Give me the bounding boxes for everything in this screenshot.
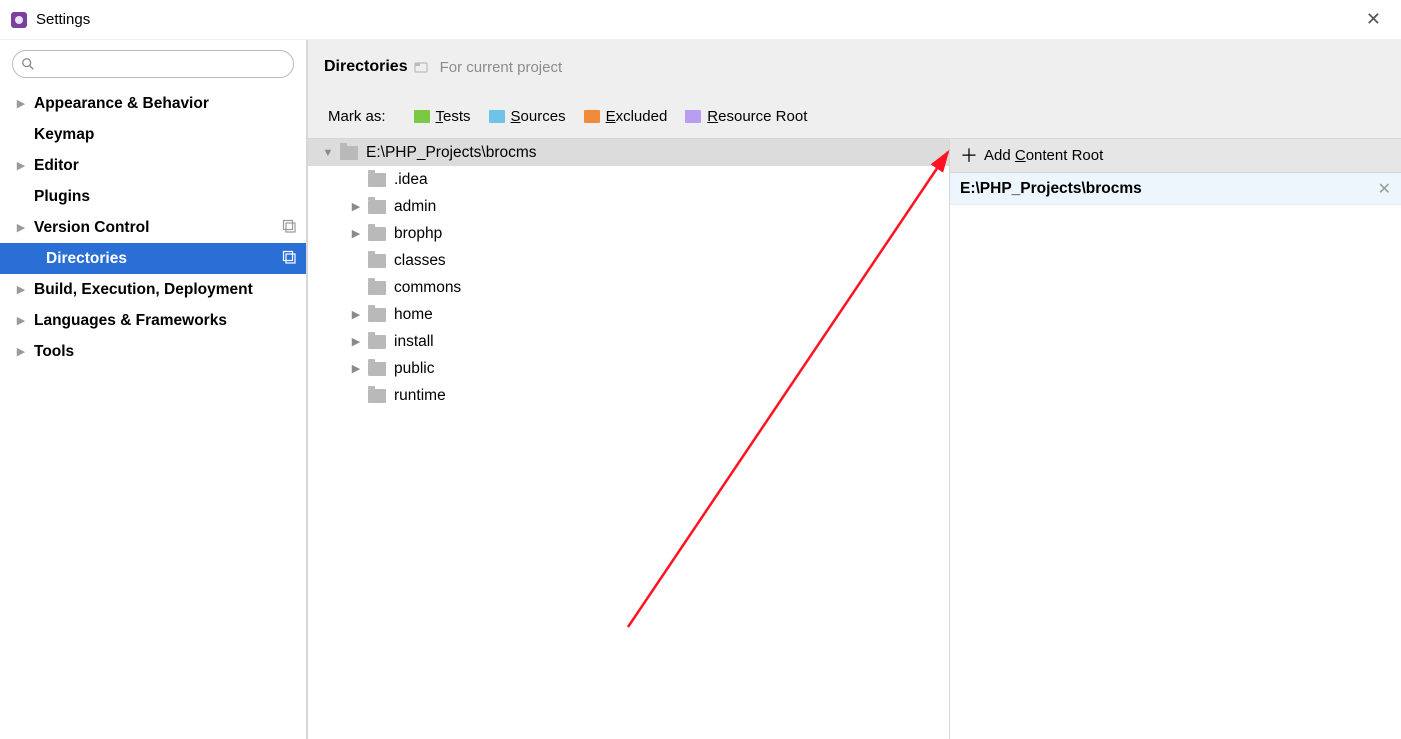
sidebar-item-label: Version Control — [34, 219, 149, 237]
titlebar: Settings ✕ — [0, 0, 1401, 40]
tree-item-brophp[interactable]: ▶ brophp — [308, 220, 949, 247]
sidebar-item-label: Languages & Frameworks — [34, 312, 227, 330]
sidebar-item-label: Directories — [46, 250, 127, 268]
sidebar-item-label: Keymap — [34, 126, 94, 144]
sidebar-item-build-execution-deployment[interactable]: ▶ Build, Execution, Deployment — [0, 274, 306, 305]
tree-item-label: commons — [394, 279, 461, 297]
chevron-right-icon: ▶ — [14, 221, 28, 234]
tree-item-label: .idea — [394, 171, 428, 189]
page-scope: For current project — [440, 59, 563, 76]
tree-item-install[interactable]: ▶ install — [308, 328, 949, 355]
tree-item-label: admin — [394, 198, 436, 216]
sidebar-item-version-control[interactable]: ▶ Version Control — [0, 212, 306, 243]
sources-swatch-icon — [489, 110, 505, 123]
app-icon — [10, 11, 28, 29]
tree-item-public[interactable]: ▶ public — [308, 355, 949, 382]
tree-item-label: classes — [394, 252, 446, 270]
search-input[interactable] — [41, 56, 285, 72]
tree-root-label: E:\PHP_Projects\brocms — [366, 144, 537, 162]
sidebar-item-plugins[interactable]: ▶Plugins — [0, 181, 306, 212]
mark-as-row: Mark as: Tests Sources Excluded Resource… — [308, 94, 1401, 138]
chevron-right-icon: ▶ — [14, 283, 28, 296]
folder-icon — [368, 335, 386, 349]
close-button[interactable]: ✕ — [1356, 5, 1391, 34]
chevron-down-icon: ▼ — [320, 147, 336, 159]
remove-root-button[interactable]: ✕ — [1378, 179, 1391, 199]
tree-item-label: install — [394, 333, 434, 351]
chevron-right-icon: ▶ — [14, 159, 28, 172]
sidebar-item-label: Plugins — [34, 188, 90, 206]
folder-icon — [368, 281, 386, 295]
sidebar-item-appearance-behavior[interactable]: ▶ Appearance & Behavior — [0, 88, 306, 119]
sidebar-item-label: Tools — [34, 343, 74, 361]
sidebar-item-label: Build, Execution, Deployment — [34, 281, 253, 299]
mark-as-label: Mark as: — [328, 108, 386, 125]
directory-tree-pane: ▼ E:\PHP_Projects\brocms .idea ▶ admin ▶ broph… — [308, 139, 950, 739]
excluded-swatch-icon — [584, 110, 600, 123]
project-scope-icon — [282, 219, 296, 237]
chevron-right-icon: ▶ — [348, 227, 364, 240]
tree-root[interactable]: ▼ E:\PHP_Projects\brocms — [308, 139, 949, 166]
sidebar-item-tools[interactable]: ▶ Tools — [0, 336, 306, 367]
tree-item-label: runtime — [394, 387, 446, 405]
folder-icon — [368, 200, 386, 214]
tree-item-label: home — [394, 306, 433, 324]
search-icon — [21, 57, 35, 71]
folder-icon — [368, 173, 386, 187]
search-input-wrap[interactable] — [12, 50, 294, 78]
tree-item-admin[interactable]: ▶ admin — [308, 193, 949, 220]
resource-swatch-icon — [685, 110, 701, 123]
chevron-right-icon: ▶ — [348, 200, 364, 213]
folder-icon — [340, 146, 358, 160]
chevron-right-icon: ▶ — [348, 335, 364, 348]
mark-sources-button[interactable]: Sources — [489, 108, 566, 125]
folder-icon — [368, 362, 386, 376]
chevron-right-icon: ▶ — [14, 345, 28, 358]
content-root-label: E:\PHP_Projects\brocms — [960, 180, 1142, 198]
project-scope-icon — [414, 60, 428, 74]
project-scope-icon — [282, 250, 296, 268]
add-content-root-button[interactable]: ＋ Add Content Root — [950, 139, 1401, 173]
content-roots-pane: ＋ Add Content Root E:\PHP_Projects\brocm… — [950, 139, 1401, 739]
content-root-item[interactable]: E:\PHP_Projects\brocms ✕ — [950, 173, 1401, 205]
window-title: Settings — [36, 11, 90, 28]
folder-icon — [368, 227, 386, 241]
plus-icon: ＋ — [960, 147, 978, 165]
tree-item-label: brophp — [394, 225, 442, 243]
folder-icon — [368, 389, 386, 403]
sidebar-item-directories[interactable]: ▶Directories — [0, 243, 306, 274]
chevron-right-icon: ▶ — [348, 308, 364, 321]
tests-swatch-icon — [414, 110, 430, 123]
tree-item-classes[interactable]: classes — [308, 247, 949, 274]
mark-resource-button[interactable]: Resource Root — [685, 108, 807, 125]
folder-icon — [368, 254, 386, 268]
tree-item-runtime[interactable]: runtime — [308, 382, 949, 409]
page-title: Directories — [324, 58, 408, 76]
chevron-right-icon: ▶ — [348, 362, 364, 375]
mark-tests-button[interactable]: Tests — [414, 108, 471, 125]
chevron-right-icon: ▶ — [14, 314, 28, 327]
tree-item-label: public — [394, 360, 435, 378]
sidebar-item-keymap[interactable]: ▶Keymap — [0, 119, 306, 150]
add-content-root-label: Add Content Root — [984, 147, 1103, 164]
tree-item-commons[interactable]: commons — [308, 274, 949, 301]
tree-item--idea[interactable]: .idea — [308, 166, 949, 193]
sidebar-item-editor[interactable]: ▶ Editor — [0, 150, 306, 181]
settings-sidebar: ▶Appearance & Behavior▶Keymap▶Editor▶Plu… — [0, 40, 308, 739]
folder-icon — [368, 308, 386, 322]
mark-excluded-button[interactable]: Excluded — [584, 108, 668, 125]
sidebar-item-languages-frameworks[interactable]: ▶ Languages & Frameworks — [0, 305, 306, 336]
chevron-right-icon: ▶ — [14, 97, 28, 110]
sidebar-item-label: Appearance & Behavior — [34, 95, 209, 113]
main-header: Directories For current project — [308, 40, 1401, 94]
sidebar-item-label: Editor — [34, 157, 79, 175]
main-panel: Directories For current project Mark as:… — [308, 40, 1401, 739]
tree-item-home[interactable]: ▶ home — [308, 301, 949, 328]
